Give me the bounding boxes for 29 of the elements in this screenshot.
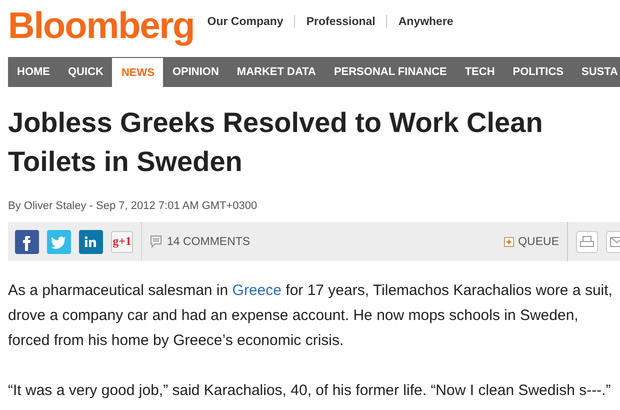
comments-link[interactable]: 14 COMMENTS (150, 234, 250, 248)
comment-icon (150, 234, 162, 248)
header-link[interactable]: Our Company (207, 16, 284, 28)
nav-tab[interactable]: OPINION (163, 57, 228, 87)
nav-tab[interactable]: QUICK (59, 57, 112, 87)
plus-one-button[interactable]: g+1 (111, 230, 133, 252)
nav-tab[interactable]: TECH (456, 57, 504, 87)
paragraph: “It was a very good job,” said Karachalios, 40, of his former life. “Now I clean Swedish s---.” (8, 381, 612, 401)
linkedin-icon[interactable] (79, 230, 103, 254)
nav-tab[interactable]: PERSONAL FINANCE (324, 57, 456, 87)
nav-tab[interactable]: NEWS (112, 57, 164, 87)
headline: Jobless Greeks Resolved to Work Clean Toilets in Sweden (8, 106, 544, 179)
header-link[interactable]: Anywhere (398, 16, 454, 28)
plus-icon (504, 236, 514, 246)
envelope-icon (610, 236, 620, 246)
printer-icon (580, 236, 594, 248)
byline: By Oliver Staley - Sep 7, 2012 7:01 AM GMT+0300 (8, 200, 258, 212)
queue-button[interactable]: QUEUE (504, 222, 568, 261)
nav-tab[interactable]: HOME (8, 57, 59, 87)
nav-tab[interactable]: POLITICS (504, 57, 572, 87)
text-link[interactable]: Greece (232, 282, 282, 299)
nav-tab[interactable]: SUSTA (572, 57, 618, 87)
facebook-icon[interactable] (15, 230, 39, 254)
header-link[interactable]: Professional (306, 16, 376, 28)
logo[interactable]: Bloomberg (8, 7, 194, 44)
bird-icon[interactable] (47, 230, 71, 254)
print-button[interactable] (576, 230, 598, 252)
paragraph: As a pharmaceutical salesman in Greece for 17 years, Tilemachos Karachalios wore a suit, drove a company car and had an expense account. He now mops schools in Sweden, forced from his home by Greece’s economic crisis. (8, 281, 614, 351)
nav-tab[interactable]: MARKET DATA (228, 57, 325, 87)
